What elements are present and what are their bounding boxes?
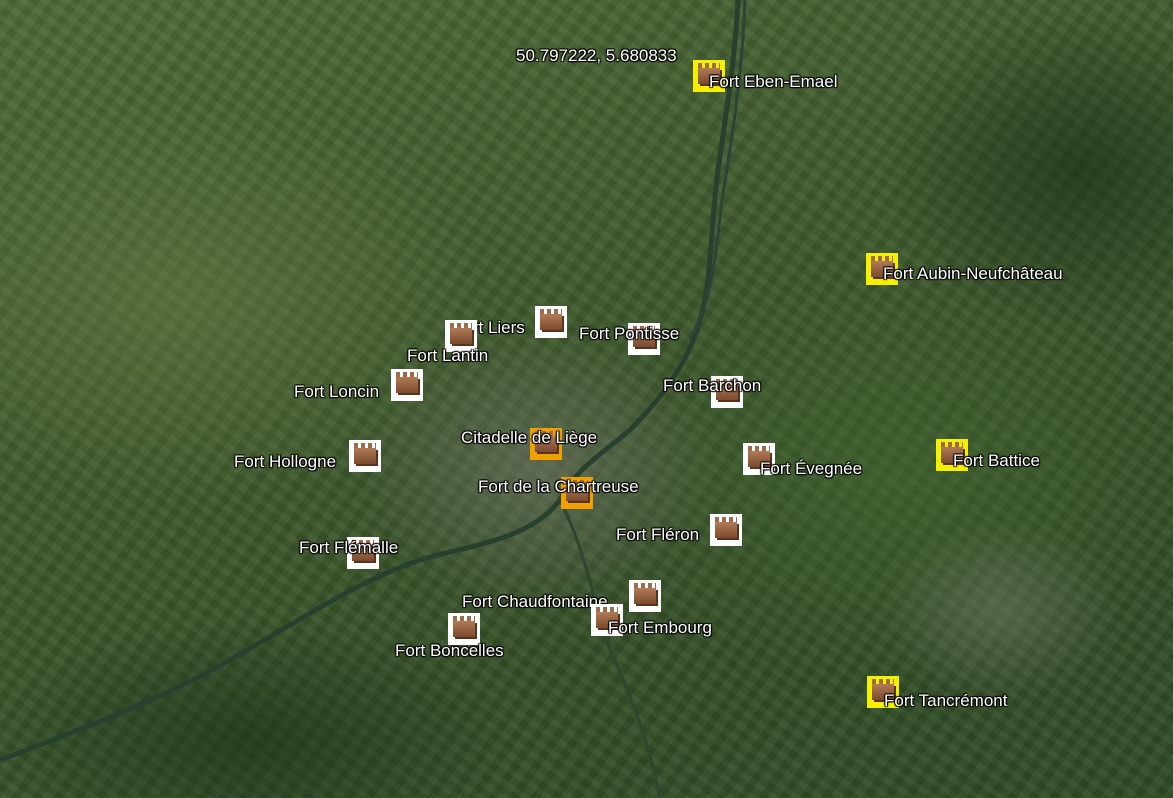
satellite-map[interactable] xyxy=(0,0,1173,798)
placemark-label[interactable]: Fort Battice xyxy=(953,451,1040,471)
castle-glyph xyxy=(354,443,376,464)
placemark-label[interactable]: Fort Pontisse xyxy=(579,324,679,344)
placemark-label[interactable]: Fort Flémalle xyxy=(299,538,398,558)
placemark-label[interactable]: Fort Évegnée xyxy=(760,459,862,479)
placemark-label[interactable]: Fort Tancrémont xyxy=(884,691,1007,711)
rivers-layer xyxy=(0,0,747,798)
fort-icon[interactable] xyxy=(629,580,661,612)
meuse-river xyxy=(0,0,741,763)
placemark-label[interactable]: Fort Barchon xyxy=(663,376,761,396)
castle-glyph xyxy=(453,616,475,637)
placemark-label[interactable]: Fort Embourg xyxy=(608,618,712,638)
castle-glyph xyxy=(634,583,656,604)
placemark-label[interactable]: Fort Aubin-Neufchâteau xyxy=(883,264,1063,284)
placemark-label[interactable]: Fort de la Chartreuse xyxy=(478,477,639,497)
placemark-label[interactable]: Fort Loncin xyxy=(294,382,379,402)
fort-icon[interactable] xyxy=(535,306,567,338)
placemark-label[interactable]: Citadelle de Liège xyxy=(461,428,597,448)
castle-glyph xyxy=(540,309,562,330)
castle-glyph xyxy=(450,323,472,344)
castle-glyph xyxy=(715,517,737,538)
placemark-label[interactable]: Fort Boncelles xyxy=(395,641,504,661)
castle-glyph xyxy=(396,372,418,393)
fort-icon[interactable] xyxy=(710,514,742,546)
fort-icon[interactable] xyxy=(391,369,423,401)
fort-icon[interactable] xyxy=(349,440,381,472)
coordinate-readout: 50.797222, 5.680833 xyxy=(516,46,677,65)
placemark-label[interactable]: Fort Chaudfontaine xyxy=(462,592,608,612)
placemark-label[interactable]: Fort Lantin xyxy=(407,346,488,366)
placemark-label[interactable]: Fort Hollogne xyxy=(234,452,336,472)
placemark-label[interactable]: Fort Fléron xyxy=(616,525,699,545)
placemark-label[interactable]: Fort Eben-Emael xyxy=(709,72,838,92)
